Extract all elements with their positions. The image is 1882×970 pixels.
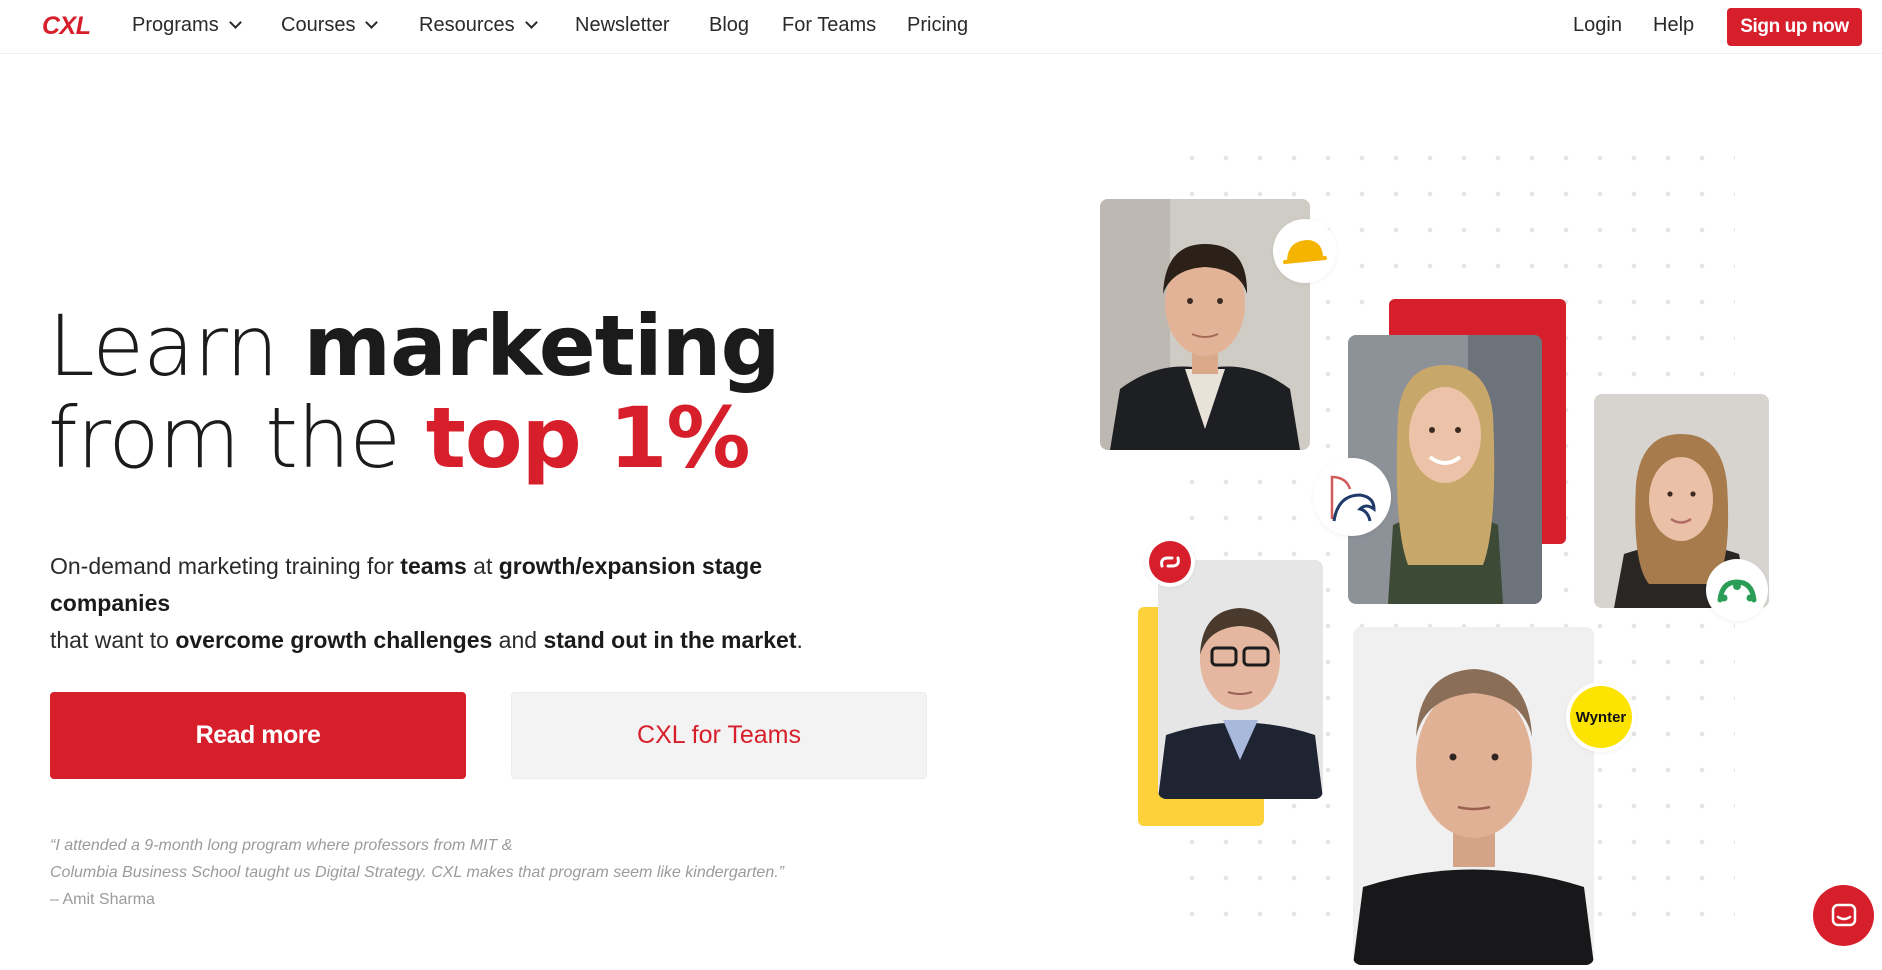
helmet-logo-icon: [1283, 240, 1327, 264]
chat-bubble-icon: [1831, 903, 1856, 926]
nav-courses-label: Courses: [281, 14, 356, 36]
lead-part: .: [796, 627, 803, 653]
company-badge: [1706, 559, 1768, 621]
testimonial-quote: “I attended a 9-month long program where…: [50, 832, 784, 913]
portrait-man-glasses-icon: [1158, 560, 1323, 799]
portrait-man-icon: [1353, 627, 1594, 965]
nav-blog[interactable]: Blog: [709, 14, 749, 37]
chat-launcher-button[interactable]: [1813, 885, 1874, 946]
nav-programs-label: Programs: [132, 14, 219, 36]
hero-headline: Learn marketing from the top 1%: [48, 297, 781, 487]
chevron-down-icon: [524, 16, 538, 29]
nav-for-teams[interactable]: For Teams: [782, 14, 876, 37]
lead-part: at: [466, 553, 499, 579]
sprout-logo-icon: [1717, 579, 1757, 603]
lead-emphasis: overcome growth challenges: [175, 627, 493, 653]
lead-part: On-demand marketing training for: [50, 553, 401, 579]
headline-top-percent: top 1%: [425, 389, 751, 487]
lead-part: and: [492, 627, 544, 653]
quote-line: “I attended a 9-month long program where…: [50, 837, 513, 854]
wave-logo-icon: [1330, 475, 1376, 522]
wynter-logo: Wynter: [1570, 686, 1632, 748]
lead-emphasis: teams: [400, 553, 467, 579]
nav-courses[interactable]: Courses: [281, 14, 379, 37]
nav-programs[interactable]: Programs: [132, 14, 242, 37]
lead-part: that want to: [50, 627, 176, 653]
signup-button[interactable]: Sign up now: [1727, 8, 1862, 46]
quote-author: – Amit Sharma: [50, 891, 155, 908]
top-nav: CXL Programs Courses Resources Newslette…: [0, 0, 1882, 54]
lead-emphasis: stand out in the market: [543, 627, 797, 653]
chevron-down-icon: [365, 16, 379, 29]
quote-line: Columbia Business School taught us Digit…: [50, 864, 784, 881]
headline-learn: Learn: [48, 297, 304, 395]
chevron-down-icon: [228, 16, 242, 29]
instructor-photo: [1158, 560, 1323, 799]
link-logo-icon: [1149, 541, 1191, 583]
headline-marketing: marketing: [303, 297, 780, 395]
cxl-logo[interactable]: CXL: [42, 12, 91, 41]
nav-resources-label: Resources: [419, 14, 515, 36]
nav-newsletter[interactable]: Newsletter: [575, 14, 669, 37]
company-badge: [1313, 458, 1391, 536]
nav-pricing[interactable]: Pricing: [907, 14, 968, 37]
nav-login[interactable]: Login: [1573, 14, 1622, 37]
company-badge: Wynter: [1566, 682, 1636, 752]
nav-resources[interactable]: Resources: [419, 14, 538, 37]
nav-help[interactable]: Help: [1653, 14, 1694, 37]
company-badge: [1273, 219, 1337, 283]
company-badge: [1145, 537, 1195, 587]
instructor-photo: [1353, 627, 1594, 965]
headline-from-the: from the: [48, 389, 426, 487]
hero-lead-text: On-demand marketing training for teams a…: [50, 548, 870, 659]
read-more-button[interactable]: Read more: [50, 692, 466, 779]
cxl-for-teams-button[interactable]: CXL for Teams: [511, 692, 927, 779]
